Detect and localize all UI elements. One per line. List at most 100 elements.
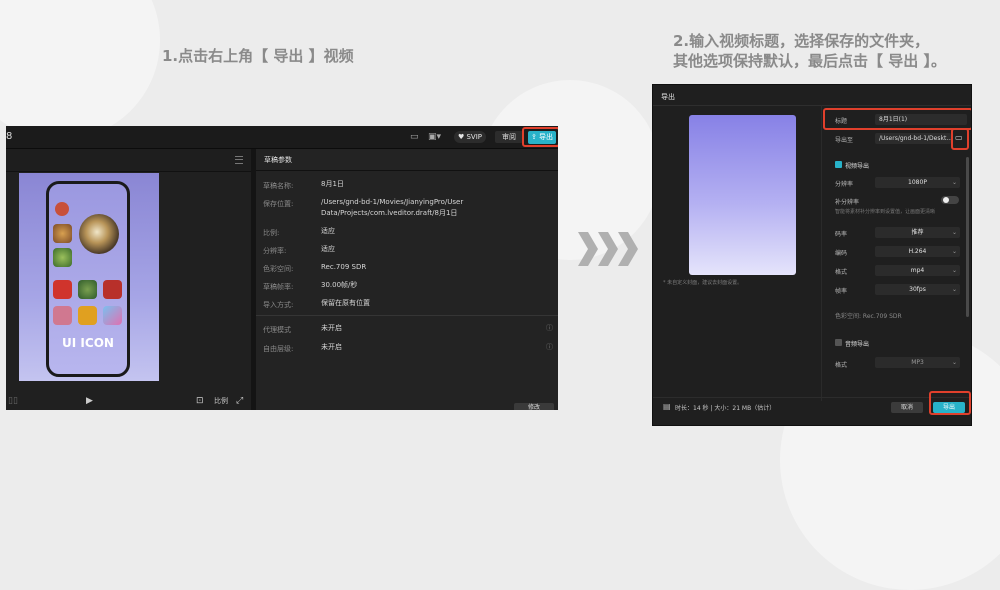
prop-label: 分辨率: (263, 247, 287, 255)
format-select[interactable]: mp4 ⌄ (875, 265, 960, 276)
divider (821, 105, 822, 401)
sr-hint: 智能将素材补分辨率到设置值，让画面更清晰 (835, 209, 936, 215)
highlight-box (522, 127, 558, 147)
footer-info: 时长：14 秒 | 大小：21 MB（估计） (675, 405, 776, 412)
format-label: 格式 (835, 269, 848, 276)
export-to-label: 导出至 (835, 137, 854, 144)
color-space-label: 色彩空间: Rec.709 SDR (835, 313, 902, 320)
prop-label: 自由层级: (263, 345, 294, 353)
resolution-value: 1080P (908, 179, 927, 186)
app-icon (78, 280, 97, 299)
ratio-icon[interactable]: 比例 (214, 396, 228, 406)
bitrate-label: 码率 (835, 231, 848, 238)
prop-label: 草稿帧率: (263, 283, 294, 291)
highlight-box (823, 108, 971, 130)
editor-topbar: 8 ▭ ▣▾ ♥ SVIP 审阅 ⇪ 导出 (6, 126, 558, 149)
help-icon[interactable]: ⓘ (546, 323, 553, 333)
highlight-box (951, 128, 969, 150)
resolution-select[interactable]: 1080P ⌄ (875, 177, 960, 188)
app-icon (55, 202, 69, 216)
prop-value: 适应 (321, 227, 335, 235)
phone-mockup: UI ICON (46, 181, 130, 377)
panel-title: 草稿参数 (256, 149, 558, 171)
app-icon (103, 306, 122, 325)
audio-format-value: MP3 (911, 359, 924, 366)
video-export-label: 视频导出 (845, 163, 870, 170)
sr-toggle[interactable] (941, 196, 959, 204)
prop-value: 8月1日 (321, 180, 344, 188)
resolution-label: 分辨率 (835, 181, 854, 188)
prop-label: 导入方式: (263, 301, 294, 309)
audio-format-select[interactable]: MP3 ⌄ (875, 357, 960, 368)
prop-label: 比例: (263, 229, 280, 237)
format-value: mp4 (910, 267, 925, 274)
codec-label: 编码 (835, 250, 848, 257)
timeline-icon[interactable]: ▯▯ (8, 396, 18, 406)
cover-preview[interactable] (689, 115, 796, 275)
app-icon (78, 306, 97, 325)
export-dialog: 导出 * 未自定义封面，建议去封面设置。 标题 8月1日(1) 导出至 /Use… (652, 84, 972, 426)
prop-value: 30.00帧/秒 (321, 281, 358, 289)
prop-value: 未开启 (321, 324, 342, 332)
codec-select[interactable]: H.264 ⌄ (875, 246, 960, 257)
play-icon[interactable]: ▶ (86, 396, 93, 406)
svip-label: SVIP (466, 133, 483, 141)
draft-params-panel: 草稿参数 草稿名称: 8月1日 保存位置: /Users/gnd-bd-1/Mo… (256, 149, 558, 410)
chevron-down-icon: ⌄ (951, 359, 957, 366)
fullscreen-icon[interactable]: ⤢ (236, 396, 243, 406)
bitrate-value: 推荐 (911, 229, 924, 236)
layout-icon[interactable]: ▣▾ (428, 132, 441, 142)
fps-label: 帧率 (835, 288, 848, 295)
highlight-box (929, 391, 971, 415)
prop-value: /Users/gnd-bd-1/Movies/JianyingPro/User … (321, 198, 464, 217)
arrow-icon (618, 232, 638, 266)
chevron-down-icon: ⌄ (951, 286, 957, 293)
film-icon: ▤ (663, 402, 671, 411)
scrollbar[interactable] (966, 157, 969, 317)
arrow-icon (598, 232, 618, 266)
svip-button[interactable]: ♥ SVIP (454, 131, 486, 143)
arrow-icon (578, 232, 598, 266)
fps-select[interactable]: 30fps ⌄ (875, 284, 960, 295)
codec-value: H.264 (908, 248, 927, 255)
help-icon[interactable]: ⓘ (546, 342, 553, 352)
video-export-checkbox[interactable] (835, 161, 842, 168)
fit-icon[interactable]: ⊡ (196, 396, 204, 406)
divider (653, 105, 971, 106)
chevron-down-icon: ⌄ (951, 248, 957, 255)
prop-label: 草稿名称: (263, 182, 294, 190)
review-label: 审阅 (502, 133, 516, 141)
audio-format-label: 格式 (835, 362, 848, 369)
cancel-button[interactable]: 取消 (891, 402, 923, 413)
project-label: 8 (6, 131, 13, 142)
prop-label: 代理模式 (263, 326, 291, 334)
player-header (6, 149, 251, 172)
step1-caption: 1.点击右上角【 导出 】视频 (162, 47, 354, 65)
prop-value: 适应 (321, 245, 335, 253)
audio-export-label: 音频导出 (845, 341, 870, 348)
prop-value: Rec.709 SDR (321, 263, 367, 271)
prop-label: 色彩空间: (263, 265, 294, 273)
app-icon (53, 248, 72, 267)
prop-label: 保存位置: (263, 200, 294, 208)
dialog-title: 导出 (661, 93, 675, 101)
modify-label: 修改 (527, 404, 540, 410)
export-path-field[interactable]: /Users/gnd-bd-1/Deskt... (875, 133, 951, 144)
app-icon (53, 224, 72, 243)
app-icon (79, 214, 119, 254)
review-button[interactable]: 审阅 (495, 131, 523, 143)
fps-value: 30fps (909, 286, 926, 293)
prop-value: 保留在原有位置 (321, 299, 370, 307)
chevron-down-icon: ⌄ (951, 229, 957, 236)
menu-icon[interactable] (235, 156, 243, 164)
bitrate-select[interactable]: 推荐 ⌄ (875, 227, 960, 238)
modify-button[interactable]: 修改 (514, 403, 554, 410)
audio-export-checkbox[interactable] (835, 339, 842, 346)
cover-note: * 未自定义封面，建议去封面设置。 (663, 280, 743, 286)
shortcut-icon[interactable]: ▭ (410, 132, 419, 142)
video-preview[interactable]: UI ICON (19, 173, 159, 381)
app-icon (53, 306, 72, 325)
player-panel: UI ICON ▯▯ ▶ ⊡ 比例 ⤢ (6, 149, 251, 410)
ui-icon-title: UI ICON (62, 336, 114, 350)
step2-caption-line1: 2.输入视频标题，选择保存的文件夹， (673, 32, 930, 50)
